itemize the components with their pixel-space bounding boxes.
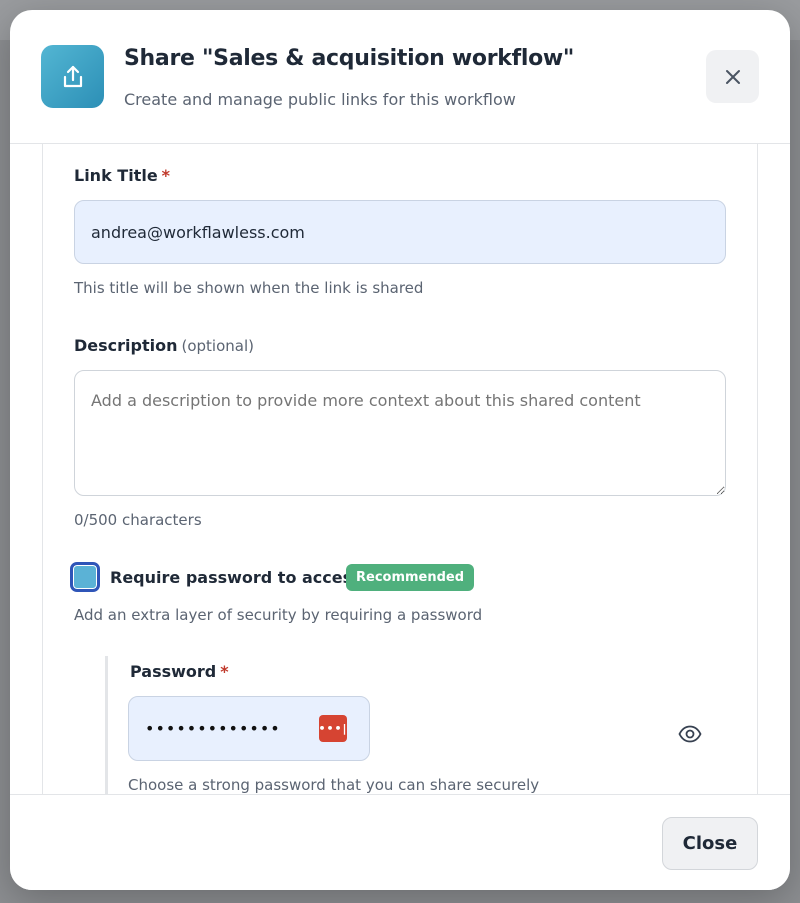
link-title-input[interactable] (74, 200, 726, 264)
required-mark: * (161, 166, 171, 185)
close-icon (725, 69, 740, 84)
dialog-subtitle: Create and manage public links for this … (124, 90, 516, 109)
close-dialog-button[interactable] (706, 50, 759, 103)
link-title-label: Link Title * (74, 166, 171, 185)
require-password-label[interactable]: Require password to access (110, 568, 362, 587)
password-label: Password * (130, 662, 229, 681)
password-input[interactable]: ••••••••••••• •••| (128, 696, 370, 761)
eye-icon[interactable] (676, 720, 704, 748)
password-helper: Choose a strong password that you can sh… (128, 776, 540, 794)
password-manager-icon[interactable]: •••| (318, 715, 347, 742)
share-upload-icon (41, 45, 104, 108)
require-password-checkbox[interactable] (70, 562, 100, 592)
link-title-helper: This title will be shown when the link i… (74, 279, 424, 297)
dialog-title: Share "Sales & acquisition workflow" (124, 46, 575, 71)
share-dialog: Share "Sales & acquisition workflow" Cre… (10, 10, 790, 890)
dialog-header: Share "Sales & acquisition workflow" Cre… (10, 10, 790, 144)
description-char-counter: 0/500 characters (74, 511, 202, 529)
close-button[interactable]: Close (662, 817, 758, 870)
recommended-badge: Recommended (346, 564, 475, 591)
description-textarea[interactable] (74, 370, 726, 496)
dialog-body: Link Title* This title will be shown whe… (42, 144, 758, 794)
required-mark: * (220, 662, 229, 681)
dialog-footer: Close (10, 794, 790, 890)
password-value: ••••••••••••• (145, 719, 281, 738)
require-password-helper: Add an extra layer of security by requir… (74, 606, 483, 624)
password-section: Password * ••••••••••••• •••| Choose a st… (105, 656, 725, 794)
description-label: Description (optional) (74, 336, 254, 355)
optional-label: (optional) (181, 337, 254, 355)
